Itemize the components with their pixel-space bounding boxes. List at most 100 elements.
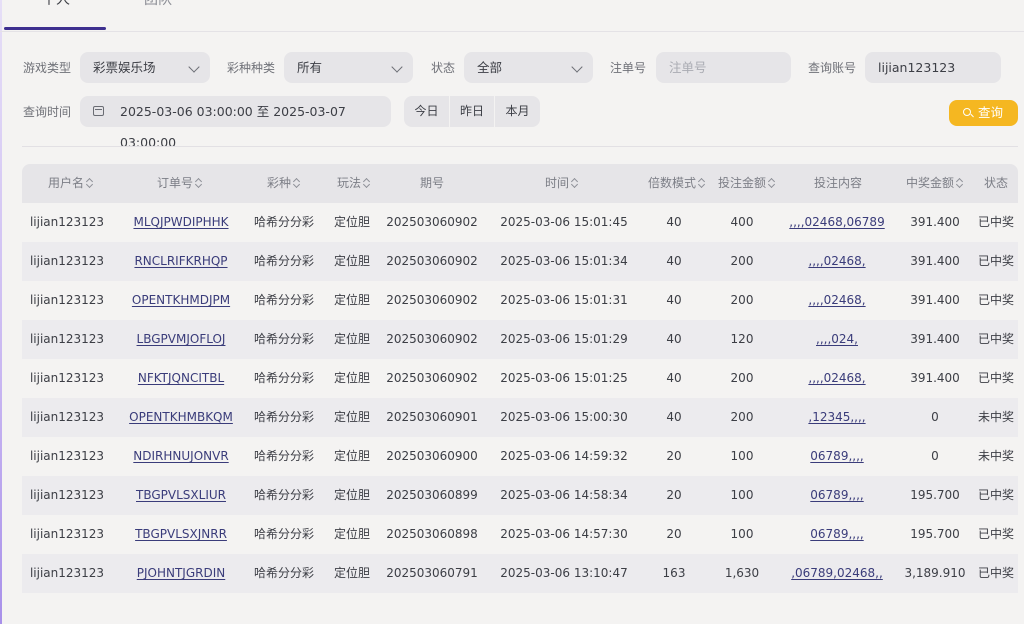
cell-time: 2025-03-06 15:01:34 [500,254,628,268]
cell-time: 2025-03-06 14:58:34 [500,488,628,502]
cell-play: 定位胆 [333,527,370,541]
table-row: lijian123123 OPENTKHMBKQM 哈希分分彩 定位胆 2025… [22,398,1018,437]
column-header-issue: 期号 [419,176,444,190]
column-header-lottery[interactable]: 彩种 [252,164,316,203]
lottery-kind-select[interactable]: 所有 [284,52,413,83]
cell-bet-amount: 200 [730,371,754,385]
cell-bet-amount: 1,630 [724,566,760,580]
bet-content-link[interactable]: 06789,,,, [784,515,890,554]
order-no-input[interactable]: 注单号 [656,52,791,83]
column-header-username[interactable]: 用户名 [22,164,120,203]
cell-lottery: 哈希分分彩 [253,215,314,229]
cell-issue: 202503060902 [386,332,478,346]
table-row: lijian123123 RNCLRIFKRHQP 哈希分分彩 定位胆 2025… [22,242,1018,281]
cell-status: 已中奖 [977,332,1014,346]
order-no-link[interactable]: TBGPVLSXLIUR [120,476,242,515]
search-icon [963,108,971,116]
left-accent-bar [0,0,2,624]
chevron-down-icon [391,61,403,73]
cell-win-amount: 391.400 [910,215,960,229]
cell-username: lijian123123 [29,566,105,580]
bet-content-link[interactable]: ,,,,02468, [784,242,890,281]
column-header-bet-content: 投注内容 [813,176,862,190]
query-time-label: 查询时间 [23,105,72,119]
column-header-play[interactable]: 玩法 [330,164,378,203]
order-no-link[interactable]: OPENTKHMDJPM [120,281,242,320]
cell-lottery: 哈希分分彩 [253,566,314,580]
search-button-label: 查询 [977,105,1003,120]
column-header-win-amount[interactable]: 中奖金额 [902,164,968,203]
date-range-picker[interactable]: 2025-03-06 03:00:00 至 2025-03-07 03:00:0… [80,96,391,150]
order-no-link[interactable]: MLQJPWDIPHHK [120,203,242,242]
cell-status: 已中奖 [977,254,1014,268]
account-input[interactable]: lijian123123 [865,52,1001,83]
column-header-time[interactable]: 时间 [500,164,624,203]
cell-lottery: 哈希分分彩 [253,293,314,307]
cell-time: 2025-03-06 15:01:45 [500,215,628,229]
cell-multiplier: 20 [666,449,682,463]
table-row: lijian123123 MLQJPWDIPHHK 哈希分分彩 定位胆 2025… [22,203,1018,242]
cell-time: 2025-03-06 15:00:30 [500,410,628,424]
cell-win-amount: 391.400 [910,254,960,268]
table-row: lijian123123 OPENTKHMDJPM 哈希分分彩 定位胆 2025… [22,281,1018,320]
bet-content-link[interactable]: ,,,,02468, [784,281,890,320]
cell-multiplier: 40 [666,293,682,307]
column-header-bet-amount[interactable]: 投注金额 [714,164,780,203]
tab-personal[interactable]: 个人 [4,0,108,30]
order-no-link[interactable]: NDIRHNUJONVR [120,437,242,476]
cell-play: 定位胆 [333,332,370,346]
cell-multiplier: 40 [666,254,682,268]
cell-issue: 202503060900 [386,449,478,463]
order-no-link[interactable]: RNCLRIFKRHQP [120,242,242,281]
cell-bet-amount: 100 [730,527,754,541]
status-select[interactable]: 全部 [464,52,593,83]
yesterday-button[interactable]: 昨日 [450,96,495,127]
cell-win-amount: 0 [931,449,939,463]
column-header-status: 状态 [983,176,1008,190]
cell-issue: 202503060902 [386,293,478,307]
order-no-link[interactable]: OPENTKHMBKQM [120,398,242,437]
table-row: lijian123123 TBGPVLSXJNRR 哈希分分彩 定位胆 2025… [22,515,1018,554]
cell-multiplier: 40 [666,215,682,229]
cell-multiplier: 40 [666,371,682,385]
table-row: lijian123123 NDIRHNUJONVR 哈希分分彩 定位胆 2025… [22,437,1018,476]
column-header-multiplier[interactable]: 倍数模式 [644,164,710,203]
bet-content-link[interactable]: 06789,,,, [784,437,890,476]
cell-status: 已中奖 [977,566,1014,580]
cell-bet-amount: 200 [730,254,754,268]
sort-icon [956,178,964,188]
order-no-link[interactable]: NFKTJQNCITBL [120,359,242,398]
game-type-select[interactable]: 彩票娱乐场 [80,52,210,83]
table-row: lijian123123 TBGPVLSXLIUR 哈希分分彩 定位胆 2025… [22,476,1018,515]
cell-win-amount: 195.700 [910,527,960,541]
column-header-order-no[interactable]: 订单号 [120,164,240,203]
bet-content-link[interactable]: ,,,,02468, [784,359,890,398]
cell-win-amount: 391.400 [910,293,960,307]
sort-icon [571,178,579,188]
lottery-kind-label: 彩种种类 [227,61,276,75]
cell-bet-amount: 100 [730,449,754,463]
date-range-value: 2025-03-06 03:00:00 至 2025-03-07 03:00:0… [120,104,346,150]
bet-content-link[interactable]: ,12345,,,, [784,398,890,437]
quick-date-group: 今日 昨日 本月 [404,96,540,127]
status-value: 全部 [477,60,503,75]
cell-issue: 202503060901 [386,410,478,424]
table-row: lijian123123 LBGPVMJOFLOJ 哈希分分彩 定位胆 2025… [22,320,1018,359]
today-button[interactable]: 今日 [404,96,450,127]
cell-username: lijian123123 [29,332,105,346]
cell-username: lijian123123 [29,293,105,307]
cell-status: 未中奖 [977,449,1014,463]
this-month-button[interactable]: 本月 [495,96,540,127]
cell-play: 定位胆 [333,566,370,580]
cell-play: 定位胆 [333,371,370,385]
bet-content-link[interactable]: ,,,,02468,06789 [784,203,890,242]
bet-content-link[interactable]: ,,,,024, [784,320,890,359]
order-no-link[interactable]: PJOHNTJGRDIN [120,554,242,593]
tab-team[interactable]: 团队 [106,0,210,30]
search-button[interactable]: 查询 [949,100,1018,126]
cell-lottery: 哈希分分彩 [253,410,314,424]
bet-content-link[interactable]: 06789,,,, [784,476,890,515]
bet-content-link[interactable]: ,06789,02468,, [784,554,890,593]
order-no-link[interactable]: TBGPVLSXJNRR [120,515,242,554]
order-no-link[interactable]: LBGPVMJOFLOJ [120,320,242,359]
